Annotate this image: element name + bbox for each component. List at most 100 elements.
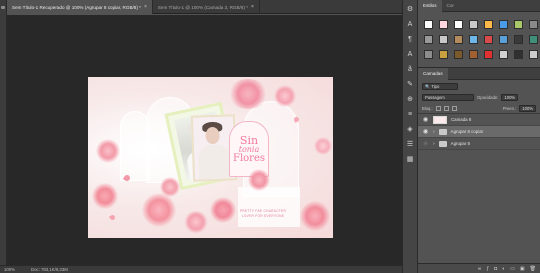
document-tab-inactive[interactable]: Sem Título-1 @ 100% (Camada 3, RGB/8) * … (153, 0, 260, 14)
lock-position-icon[interactable] (443, 105, 449, 111)
text-tool-icon[interactable]: A (405, 20, 415, 30)
layers-panel-tabs: Camadas (418, 68, 540, 80)
brush-icon[interactable]: ✎ (405, 80, 415, 90)
title-line-1: Sin (239, 133, 259, 147)
style-swatch[interactable] (529, 35, 538, 44)
style-swatch[interactable] (529, 50, 538, 59)
chevron-right-icon[interactable]: › (433, 141, 435, 147)
flower (300, 201, 330, 231)
style-swatch[interactable] (499, 20, 508, 29)
style-swatch[interactable] (454, 20, 463, 29)
document-tab-bar: Sem Título-1 Recuperado @ 100% (Agrupar … (7, 0, 402, 14)
fx-icon[interactable]: ƒ (486, 266, 489, 272)
blend-row: Passagem Opacidade: 100% (418, 92, 540, 103)
window-pane (238, 187, 300, 227)
new-layer-icon[interactable]: ▣ (520, 266, 525, 272)
style-swatch[interactable] (529, 20, 538, 29)
style-swatch[interactable] (514, 35, 523, 44)
layer-thumbnail (433, 115, 447, 124)
history-icon[interactable]: ⚙ (405, 5, 415, 15)
chevron-right-icon[interactable]: › (433, 129, 435, 135)
delete-layer-icon[interactable]: 🗑 (530, 266, 536, 272)
close-icon[interactable]: × (251, 4, 254, 10)
clone-icon[interactable]: ⊕ (405, 95, 415, 105)
zoom-level[interactable]: 100% (4, 267, 15, 272)
canvas-area[interactable]: Sin tonia Flores PRETTY FAE CHARACTER LO… (7, 15, 402, 265)
style-swatch[interactable] (514, 50, 523, 59)
style-swatch[interactable] (424, 20, 433, 29)
style-swatch[interactable] (484, 50, 493, 59)
style-swatch[interactable] (424, 50, 433, 59)
flower (210, 197, 236, 223)
document-info[interactable]: Doc: 783,1K/9,33M (31, 267, 68, 272)
visibility-eye-icon[interactable]: ◉ (422, 116, 429, 123)
styles-panel-tabs: Estilos Cor (418, 0, 540, 12)
style-swatch[interactable] (499, 50, 508, 59)
visibility-eye-icon[interactable]: ◉ (422, 128, 429, 135)
visibility-eye-icon[interactable]: ◉ (422, 140, 429, 147)
artwork-canvas[interactable]: Sin tonia Flores PRETTY FAE CHARACTER LO… (88, 77, 333, 238)
layer-filter-row: 🔍 Tipo (418, 80, 540, 92)
filter-label: Tipo (431, 83, 440, 89)
title-card: Sin tonia Flores (229, 121, 269, 177)
tab-styles[interactable]: Estilos (418, 0, 442, 12)
character-icon[interactable]: A (405, 50, 415, 60)
style-swatch[interactable] (424, 35, 433, 44)
document-tab-label: Sem Título-1 @ 100% (Camada 3, RGB/8) * (157, 4, 248, 10)
lock-all-icon[interactable] (451, 105, 457, 111)
photo-face (205, 126, 220, 145)
style-swatch[interactable] (469, 20, 478, 29)
title-line-3: Flores (233, 152, 265, 164)
left-toolbar[interactable] (0, 0, 7, 265)
style-swatch[interactable] (499, 35, 508, 44)
layer-row[interactable]: ◉ › Agrupar 8 (418, 138, 540, 150)
properties-icon[interactable]: ☰ (405, 140, 415, 150)
lock-pixels-icon[interactable] (435, 105, 441, 111)
fill-field[interactable]: 100% (519, 104, 536, 112)
close-icon[interactable]: × (144, 4, 147, 10)
status-bar: 100% Doc: 783,1K/9,33M (0, 265, 402, 273)
new-group-icon[interactable]: ▭ (510, 266, 515, 272)
artwork-caption: PRETTY FAE CHARACTER LOVER FOR EVERYONE (239, 209, 287, 218)
style-swatch[interactable] (514, 20, 523, 29)
panel-tool-strip: ⚙ A ¶ A ã ✎ ⊕ ≡ ◈ ☰ ▦ (402, 0, 418, 273)
layer-row-selected[interactable]: ◉ › Agrupar 8 copiar (418, 126, 540, 138)
3d-icon[interactable]: ◈ (405, 125, 415, 135)
folder-icon (438, 128, 447, 135)
layers-panel: Camadas 🔍 Tipo Passagem Opacidade: 100% … (418, 67, 540, 273)
layer-filter-dropdown[interactable]: 🔍 Tipo (422, 82, 458, 90)
style-swatches (418, 12, 540, 59)
document-tab-label: Sem Título-1 Recuperado @ 100% (Agrupar … (12, 4, 141, 10)
adjust-icon[interactable]: ≡ (405, 110, 415, 120)
tab-layers[interactable]: Camadas (418, 68, 448, 80)
style-swatch[interactable] (454, 50, 463, 59)
fill-label: Preen.: (502, 105, 517, 111)
layers-footer: ∞ ƒ ◘ ◐ ▭ ▣ 🗑 (418, 263, 540, 273)
flower (92, 183, 118, 209)
layer-row[interactable]: ◉ Camada 8 (418, 114, 540, 126)
style-swatch[interactable] (469, 50, 478, 59)
layer-name: Agrupar 8 copiar (450, 129, 484, 134)
style-swatch[interactable] (484, 20, 493, 29)
style-swatch[interactable] (439, 50, 448, 59)
flower (314, 137, 332, 155)
style-swatch[interactable] (454, 35, 463, 44)
link-layers-icon[interactable]: ∞ (478, 266, 482, 272)
adjustment-layer-icon[interactable]: ◐ (502, 266, 505, 272)
document-tab-active[interactable]: Sem Título-1 Recuperado @ 100% (Agrupar … (7, 0, 153, 14)
blend-mode-dropdown[interactable]: Passagem (422, 94, 474, 101)
swatch-icon[interactable]: ▦ (405, 155, 415, 165)
opacity-label: Opacidade: (477, 95, 499, 100)
opacity-field[interactable]: 100% (501, 94, 519, 101)
style-swatch[interactable] (484, 35, 493, 44)
mask-icon[interactable]: ◘ (494, 266, 497, 272)
tab-color[interactable]: Cor (442, 0, 459, 12)
paragraph-icon[interactable]: ¶ (405, 35, 415, 45)
glyphs-icon[interactable]: ã (405, 65, 415, 75)
style-swatch[interactable] (439, 35, 448, 44)
style-swatch[interactable] (439, 20, 448, 29)
window-frame (120, 111, 150, 181)
tool-icon[interactable] (1, 6, 5, 9)
style-swatch[interactable] (469, 35, 478, 44)
flower (274, 85, 296, 107)
